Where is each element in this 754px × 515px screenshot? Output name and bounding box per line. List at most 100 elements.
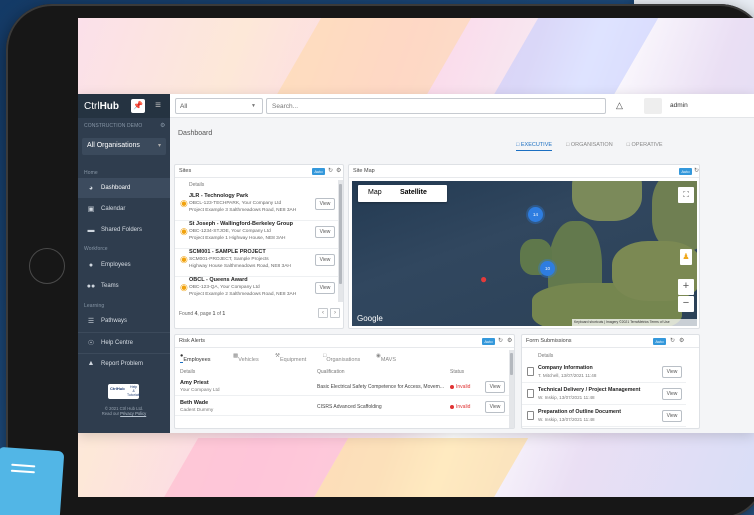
gear-icon[interactable]: ⚙: [507, 337, 512, 344]
user-name[interactable]: admin: [670, 102, 688, 109]
view-button[interactable]: View: [485, 401, 505, 413]
search-input[interactable]: Search...: [266, 98, 606, 114]
scrollbar-thumb[interactable]: [510, 353, 513, 375]
sidebar-item-label: Dashboard: [101, 185, 131, 191]
sidebar-item-employees[interactable]: ● Employees: [78, 255, 170, 275]
bug-icon: ▲: [87, 360, 95, 367]
help-tutorials-logo[interactable]: CtrlHub Help & Tutorials: [108, 384, 141, 399]
gear-icon[interactable]: ⚙: [679, 337, 684, 344]
map-marker-icon[interactable]: ●: [480, 273, 489, 285]
site-map-panel: Site Map Auto ↻ Map Satellite 14 10 ● Go…: [348, 164, 700, 329]
filter-select-value: All: [180, 103, 188, 110]
sites-list: ◉ JLR - Technology Park OBCL-123-TECHPAR…: [175, 190, 340, 302]
refresh-icon[interactable]: ↻: [328, 167, 333, 174]
avatar[interactable]: [644, 98, 662, 114]
scrollbar-thumb[interactable]: [339, 184, 342, 284]
prev-page-button[interactable]: ‹: [318, 308, 328, 318]
refresh-icon[interactable]: ↻: [670, 337, 675, 344]
bell-icon[interactable]: △: [616, 100, 623, 111]
sites-scrollbar[interactable]: [338, 180, 343, 302]
map-button[interactable]: Map: [368, 189, 382, 196]
speedometer-icon: ◕: [88, 184, 94, 192]
map-cluster[interactable]: 10: [540, 261, 555, 276]
dashboard-tabs: □ EXECUTIVE □ ORGANISATION □ OPERATIVE: [516, 142, 663, 151]
tab-label: Organisations: [326, 357, 361, 363]
refresh-icon[interactable]: ↻: [498, 337, 503, 344]
site-code: OBCL-123-TECHPARK, Your Company Ltd: [189, 201, 282, 206]
list-item: ◉ St Joseph - Wallingford-Berkeley Group…: [175, 218, 339, 249]
search-placeholder: Search...: [272, 103, 299, 110]
site-code: OBC-123-QA, Your Company Ltd: [189, 285, 260, 290]
sidebar-item-help-centre[interactable]: ☉ Help Centre: [78, 332, 170, 352]
sidebar-item-label: Shared Folders: [101, 227, 143, 233]
decorative-card: [0, 446, 65, 515]
zoom-in-button[interactable]: +: [678, 279, 694, 295]
column-header-details: Details: [189, 182, 205, 188]
map-cluster[interactable]: 14: [528, 207, 543, 222]
sidebar-item-report-problem[interactable]: ▲ Report Problem: [78, 353, 170, 373]
sidebar-footer: © 2021 Ctrl Hub Ltd. Read our Privacy Po…: [78, 406, 170, 416]
fullscreen-icon[interactable]: ⛶: [678, 187, 694, 203]
logo-tutorials: Tutorials: [127, 393, 141, 397]
risk-scrollbar[interactable]: [509, 350, 514, 428]
status-text: Invalid: [456, 384, 471, 390]
sidebar-item-calendar[interactable]: ▣ Calendar: [78, 199, 170, 219]
tab-vehicles[interactable]: ▩ Vehicles: [233, 353, 259, 363]
list-item: Preparation of Outline Document W. Inski…: [522, 405, 686, 427]
tab-organisation[interactable]: □ ORGANISATION: [566, 142, 613, 151]
next-page-button[interactable]: ›: [330, 308, 340, 318]
employee-company: Cadent Dummy: [180, 408, 214, 413]
view-button[interactable]: View: [315, 226, 335, 238]
sidebar-item-shared-folders[interactable]: ▬ Shared Folders: [78, 220, 170, 240]
auto-badge[interactable]: Auto: [312, 168, 325, 175]
tab-operative[interactable]: □ OPERATIVE: [627, 142, 663, 151]
tab-mavs[interactable]: ◉ MAVS: [376, 353, 396, 363]
table-row: Amy Priest Your Company Ltd Basic Electr…: [175, 377, 514, 396]
refresh-icon[interactable]: ↻: [694, 167, 699, 174]
street-view-icon[interactable]: ♟: [680, 249, 692, 265]
location-pin-icon: ◉: [180, 282, 188, 292]
column-header-status: Status: [450, 369, 465, 375]
gear-icon[interactable]: ⚙: [336, 167, 341, 174]
map-view[interactable]: Map Satellite 14 10 ● Google ⛶ ♟ + − Key…: [352, 181, 697, 326]
google-logo: Google: [357, 314, 383, 323]
calendar-icon: ▣: [87, 206, 95, 213]
satellite-button[interactable]: Satellite: [400, 189, 427, 196]
location-pin-icon: ◉: [180, 254, 188, 264]
pagination-text: , page: [197, 311, 213, 317]
view-button[interactable]: View: [662, 388, 682, 400]
auto-badge[interactable]: Auto: [653, 338, 666, 345]
list-item: Technical Delivery / Project Management …: [522, 383, 686, 405]
view-button[interactable]: View: [315, 198, 335, 210]
view-button[interactable]: View: [662, 366, 682, 378]
site-address: Highway House Salthmeadows Road, NE8 3AH: [189, 264, 291, 269]
tab-employees[interactable]: ● Employees: [180, 353, 211, 363]
view-button[interactable]: View: [485, 381, 505, 393]
gear-icon[interactable]: ⚙: [160, 122, 165, 129]
site-address: Project Example 2 Salthmeadows Road, NE8…: [189, 292, 297, 297]
view-button[interactable]: View: [315, 282, 335, 294]
sidebar-item-dashboard[interactable]: ◕ Dashboard: [78, 178, 170, 198]
tab-equipment[interactable]: ⚒ Equipment: [275, 353, 306, 363]
section-home: Home: [84, 170, 98, 176]
sidebar-item-label: Report Problem: [101, 360, 144, 367]
chevron-down-icon: ▾: [157, 143, 161, 149]
organisation-select[interactable]: All Organisations ▾: [82, 138, 166, 155]
tab-executive[interactable]: □ EXECUTIVE: [516, 142, 553, 151]
privacy-policy-link[interactable]: Privacy Policy: [120, 411, 146, 416]
view-button[interactable]: View: [315, 254, 335, 266]
auto-badge[interactable]: Auto: [482, 338, 495, 345]
sidebar-item-teams[interactable]: ●● Teams: [78, 276, 170, 296]
column-header-details: Details: [538, 353, 554, 359]
menu-icon[interactable]: ≡: [151, 99, 165, 113]
auto-badge[interactable]: Auto: [679, 168, 692, 175]
filter-select[interactable]: All ▼: [175, 98, 263, 114]
view-button[interactable]: View: [662, 410, 682, 422]
site-name: OBCL - Queens Award: [189, 277, 248, 283]
zoom-out-button[interactable]: −: [678, 296, 694, 312]
top-bar: All ▼ Search... △ admin: [170, 94, 754, 118]
form-submissions-panel: Form Submissions Auto ↻ ⚙ Details Compan…: [521, 334, 700, 429]
tab-organisations[interactable]: □ Organisations: [323, 353, 360, 363]
pin-icon[interactable]: 📌: [131, 99, 145, 113]
sidebar-item-pathways[interactable]: ☰ Pathways: [78, 311, 170, 331]
